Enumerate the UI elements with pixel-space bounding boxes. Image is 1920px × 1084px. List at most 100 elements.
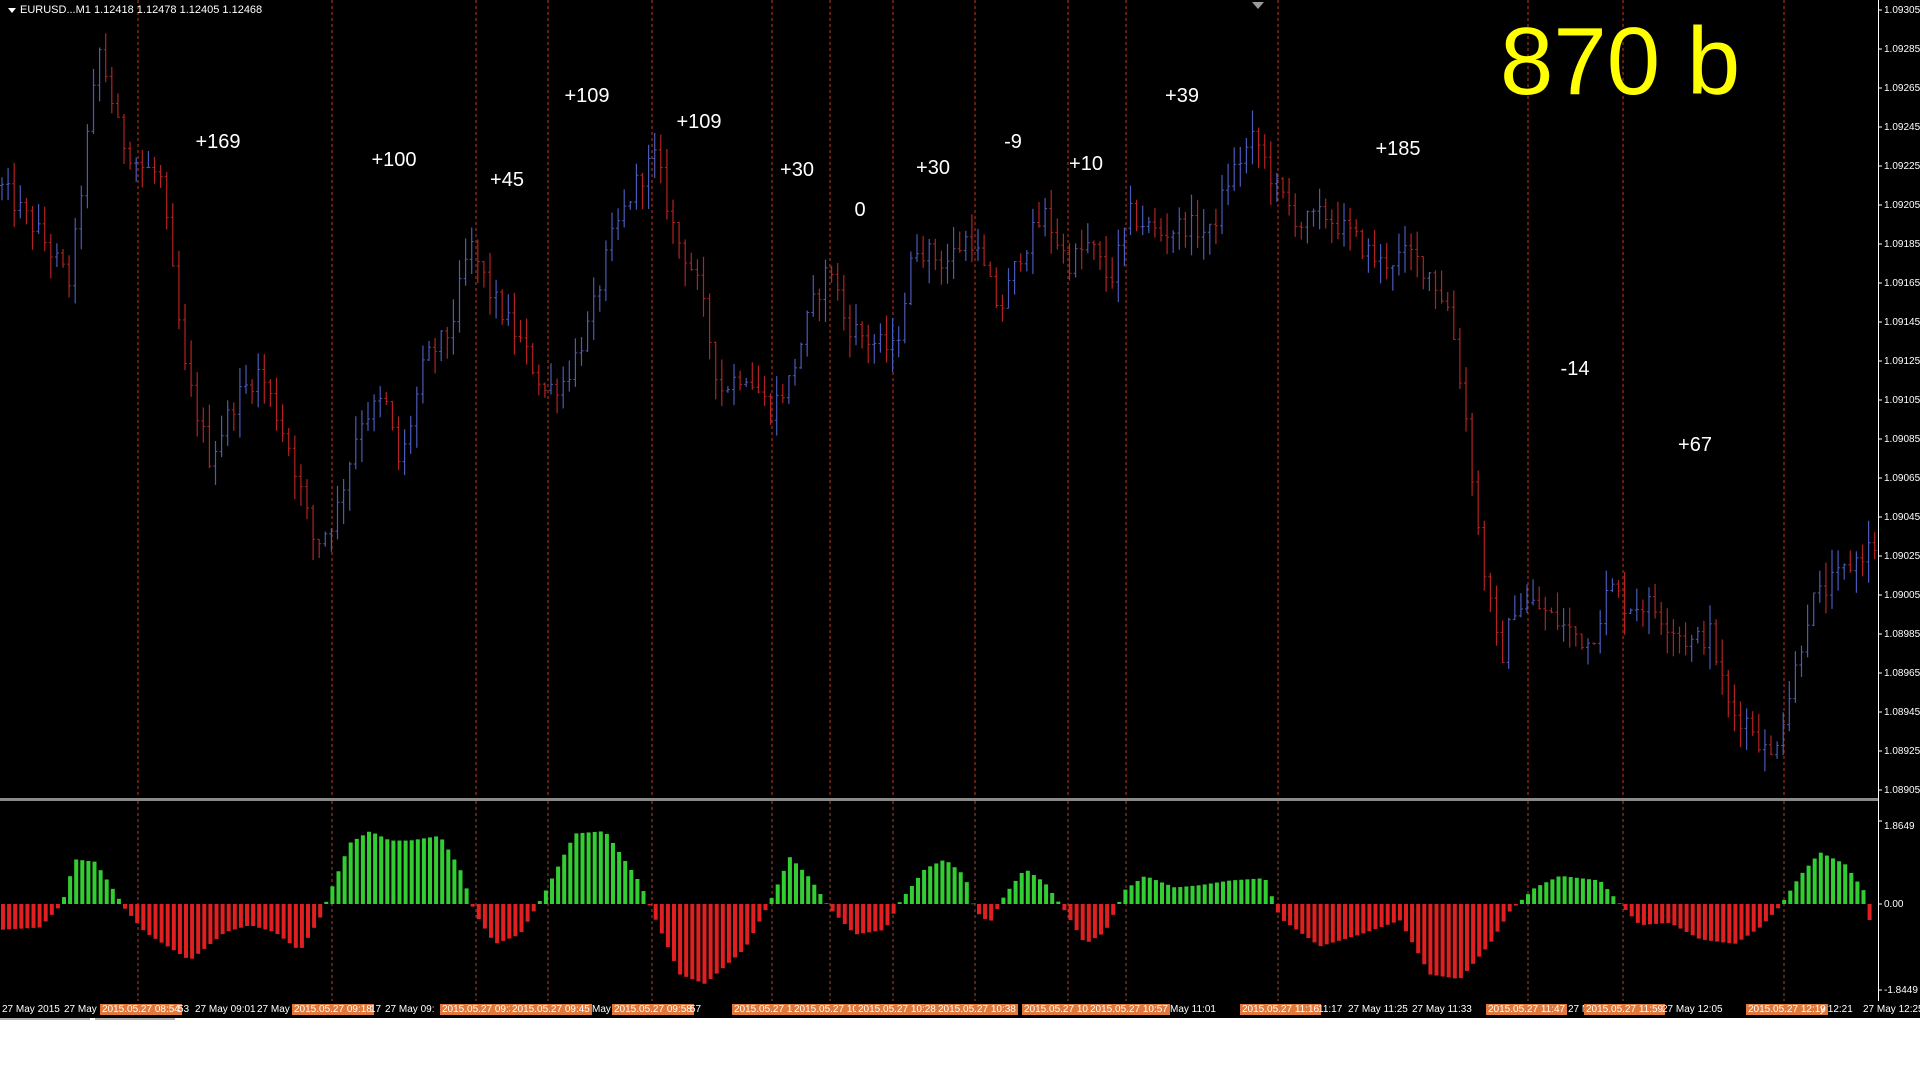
price-bar <box>1146 216 1151 234</box>
price-bar <box>305 479 309 520</box>
histogram-bar <box>659 904 664 934</box>
price-bar <box>488 252 492 315</box>
price-bar <box>506 294 511 326</box>
price-bar <box>1140 205 1145 236</box>
histogram-bar <box>342 856 347 904</box>
histogram-bar <box>1147 877 1152 904</box>
total-result-label: 870 b <box>1500 8 1741 115</box>
scrollbar-mark <box>95 1018 175 1020</box>
price-bar <box>1238 146 1243 187</box>
histogram-bar <box>1117 901 1122 904</box>
price-bar <box>481 261 486 288</box>
histogram-bar <box>909 885 914 904</box>
histogram-bar <box>1166 884 1171 904</box>
price-bar <box>1854 551 1859 593</box>
trade-pips-label: +30 <box>916 157 950 179</box>
price-bar <box>146 151 151 169</box>
histogram-bar <box>513 904 518 937</box>
price-bar <box>335 485 340 540</box>
price-bar <box>1134 199 1139 232</box>
trade-pips-label: +67 <box>1678 434 1712 456</box>
histogram-bar <box>19 904 24 929</box>
mt4-chart-window[interactable]: EURUSD...M1 1.12418 1.12478 1.12405 1.12… <box>0 0 1920 1018</box>
histogram-bar <box>470 904 475 907</box>
histogram-bar <box>1544 882 1549 904</box>
histogram-bar <box>739 904 744 953</box>
price-bar <box>1561 608 1566 642</box>
histogram-bar <box>1477 904 1482 957</box>
histogram-bar <box>1465 904 1469 971</box>
histogram-bar <box>1361 904 1366 934</box>
price-chart-pane[interactable]: EURUSD...M1 1.12418 1.12478 1.12405 1.12… <box>0 0 1920 800</box>
histogram-bar <box>1471 904 1476 964</box>
price-bar <box>1695 626 1700 644</box>
price-bar <box>1683 622 1688 656</box>
histogram-bar <box>824 903 829 904</box>
price-tick: 1.09205 <box>1884 200 1920 211</box>
histogram-bar <box>611 842 615 904</box>
price-bar <box>628 200 633 210</box>
price-bar <box>884 315 889 363</box>
histogram-bar <box>940 860 945 904</box>
chart-shift-triangle-icon[interactable] <box>1252 2 1264 9</box>
time-scale[interactable]: 27 May 2015 27 May 2015.05.27 08:54 53 27 Ma… <box>0 1001 1920 1018</box>
price-bar <box>1726 669 1731 718</box>
price-bar <box>908 251 913 306</box>
price-bar <box>353 416 358 470</box>
price-bar <box>189 340 194 397</box>
price-bar <box>463 238 468 286</box>
price-bar <box>664 148 669 220</box>
histogram-bar <box>1141 876 1146 904</box>
price-bar <box>1372 229 1377 268</box>
histogram-bar <box>281 904 286 939</box>
histogram-bar <box>1733 904 1738 944</box>
price-bar <box>1604 570 1609 636</box>
histogram-bar <box>385 839 390 904</box>
histogram-bar <box>299 904 304 948</box>
histogram-bar <box>1367 904 1372 932</box>
histogram-bar <box>556 866 561 904</box>
price-tick: 1.08985 <box>1884 629 1920 640</box>
histogram-bar <box>635 879 640 904</box>
price-bar <box>1250 110 1255 165</box>
trade-pips-label: +185 <box>1375 138 1421 160</box>
price-bar <box>1567 607 1572 648</box>
price-bar <box>1793 651 1798 703</box>
histogram-bar <box>1812 858 1817 904</box>
histogram-bar <box>1611 896 1616 904</box>
price-chart-svg <box>0 0 1882 800</box>
histogram-bar <box>147 904 152 935</box>
histogram-bar <box>800 869 805 904</box>
histogram-bar <box>1666 904 1671 923</box>
histogram-bar <box>25 904 30 929</box>
histogram-bar <box>348 842 353 904</box>
price-bar <box>1354 219 1359 237</box>
price-bar <box>390 400 395 431</box>
price-bar <box>1061 233 1066 264</box>
price-bar <box>1104 235 1109 292</box>
histogram-bar <box>769 898 774 904</box>
price-bar <box>1592 642 1597 645</box>
histogram-bar <box>1275 904 1280 913</box>
price-bar <box>1116 229 1121 303</box>
histogram-bar <box>842 904 847 925</box>
price-bar <box>1866 520 1871 583</box>
price-bar <box>341 479 346 524</box>
indicator-pane[interactable]: 1.8649 0.00 -1.8449 <box>0 801 1920 1001</box>
histogram-bar <box>775 884 780 904</box>
price-bar <box>616 208 621 241</box>
price-bar <box>786 375 791 404</box>
histogram-bar <box>1196 885 1201 904</box>
price-bar <box>774 376 779 436</box>
price-bar <box>48 233 53 279</box>
histogram-bar <box>263 904 268 930</box>
price-bar <box>225 400 230 446</box>
price-bar <box>1201 209 1206 260</box>
price-bar <box>1872 531 1877 560</box>
histogram-bar <box>970 903 975 905</box>
price-bar <box>610 212 614 262</box>
price-bar <box>555 378 560 414</box>
histogram-bar <box>1605 889 1610 904</box>
histogram-bar <box>1690 904 1695 936</box>
price-bar <box>1079 229 1084 270</box>
